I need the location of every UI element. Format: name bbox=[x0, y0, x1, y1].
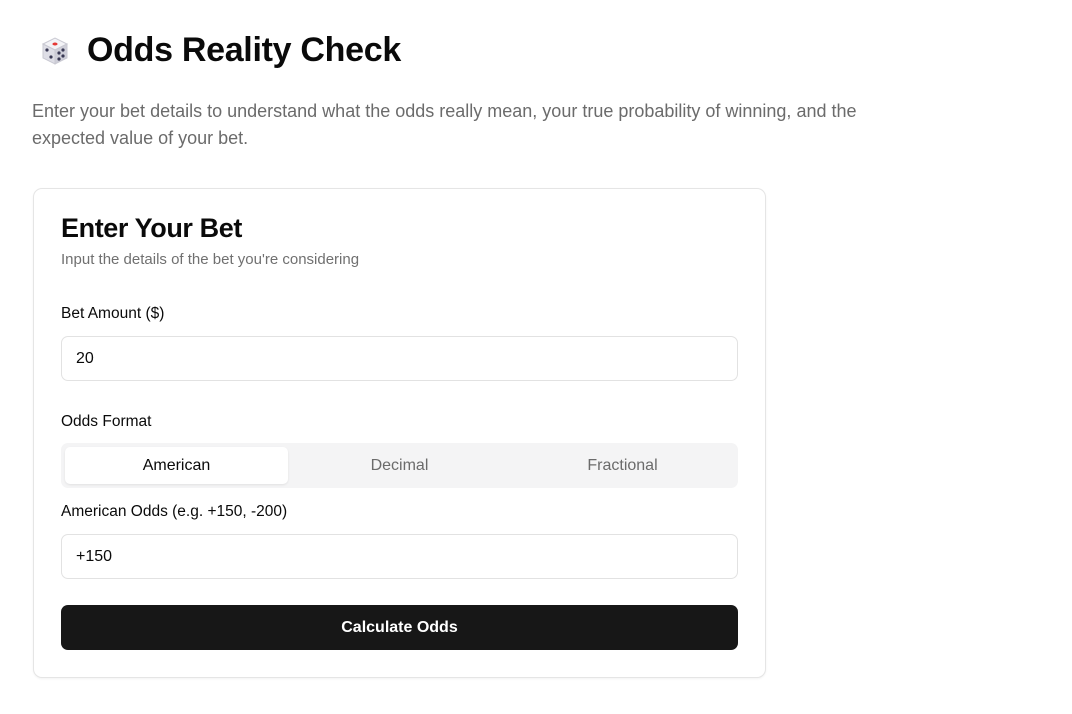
bet-amount-input[interactable] bbox=[61, 336, 738, 381]
dice-icon bbox=[41, 37, 69, 65]
tab-decimal[interactable]: Decimal bbox=[288, 447, 511, 484]
bet-form-card: Enter Your Bet Input the details of the … bbox=[33, 188, 766, 678]
intro-text: Enter your bet details to understand wha… bbox=[32, 101, 857, 148]
tab-fractional[interactable]: Fractional bbox=[511, 447, 734, 484]
card-title: Enter Your Bet bbox=[61, 213, 242, 243]
page-title: Odds Reality Check bbox=[87, 31, 401, 69]
card-description: Input the details of the bet you're cons… bbox=[61, 251, 360, 268]
american-odds-label: American Odds (e.g. +150, -200) bbox=[61, 503, 288, 520]
bet-amount-label: Bet Amount ($) bbox=[61, 305, 165, 322]
american-odds-input[interactable] bbox=[61, 534, 738, 579]
odds-format-tabs: American Decimal Fractional bbox=[61, 443, 738, 488]
odds-format-label: Odds Format bbox=[61, 413, 152, 430]
page: Odds Reality Check Enter your bet detail… bbox=[0, 0, 1072, 714]
calculate-odds-button[interactable]: Calculate Odds bbox=[61, 605, 738, 650]
page-header: Odds Reality Check bbox=[37, 30, 401, 70]
tab-american[interactable]: American bbox=[65, 447, 288, 484]
